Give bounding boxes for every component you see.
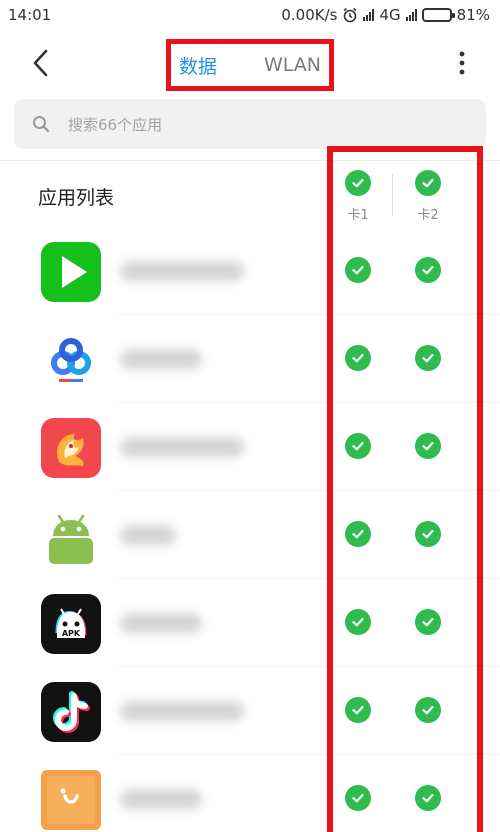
app-row: [0, 227, 500, 315]
column-card1-header[interactable]: 卡1: [338, 170, 378, 223]
list-title: 应用列表: [38, 187, 115, 209]
app-name-blurred: [120, 437, 244, 457]
column-card1-label: 卡1: [347, 208, 369, 223]
card2-toggle[interactable]: [415, 609, 441, 635]
baidu-netdisk-icon: [41, 330, 101, 390]
iqiyi-play-icon: [41, 242, 101, 302]
header: 数据 WLAN: [0, 30, 500, 96]
check-icon: [345, 257, 371, 283]
card2-toggle[interactable]: [415, 433, 441, 459]
app-name-blurred: [120, 261, 244, 281]
search-input[interactable]: 搜索66个应用: [68, 114, 162, 135]
status-bar: 14:01 0.00K/s 4G 81%: [0, 0, 500, 30]
card1-toggle[interactable]: [345, 433, 371, 459]
app-name-blurred: [120, 613, 202, 633]
card1-toggle[interactable]: [345, 697, 371, 723]
card1-toggle[interactable]: [345, 609, 371, 635]
card2-toggle[interactable]: [415, 785, 441, 811]
check-icon: [415, 521, 441, 547]
search-bar[interactable]: 搜索66个应用: [14, 99, 486, 149]
app-name-blurred: [120, 789, 202, 809]
check-icon: [415, 785, 441, 811]
android-icon: [41, 506, 101, 566]
app-row: [0, 755, 500, 832]
app-row: [0, 667, 500, 755]
check-icon: [345, 521, 371, 547]
more-button[interactable]: [452, 47, 472, 79]
rooster-app-icon: [41, 418, 101, 478]
back-button[interactable]: [24, 47, 56, 79]
card1-toggle[interactable]: [345, 785, 371, 811]
network-speed: 0.00K/s: [281, 6, 338, 24]
column-card2-label: 卡2: [417, 208, 439, 223]
card2-toggle[interactable]: [415, 345, 441, 371]
status-time: 14:01: [8, 6, 52, 24]
card1-toggle[interactable]: [345, 521, 371, 547]
check-icon: [415, 609, 441, 635]
app-name-blurred: [120, 525, 176, 545]
svg-text:APK: APK: [62, 629, 81, 638]
check-icon: [345, 609, 371, 635]
chevron-left-icon: [33, 49, 48, 77]
tab-bar: 数据 WLAN: [166, 39, 334, 91]
status-indicators: 0.00K/s 4G 81%: [281, 6, 490, 24]
tab-data[interactable]: 数据: [179, 52, 217, 79]
check-icon: [415, 257, 441, 283]
app-row: [0, 491, 500, 579]
check-icon: [345, 170, 371, 196]
card1-toggle[interactable]: [345, 345, 371, 371]
app-row: APK: [0, 579, 500, 667]
apk-installer-icon: APK: [41, 594, 101, 654]
card2-toggle[interactable]: [415, 257, 441, 283]
check-icon: [415, 170, 441, 196]
column-divider: [392, 174, 393, 216]
column-card2-header[interactable]: 卡2: [408, 170, 448, 223]
check-icon: [415, 345, 441, 371]
app-row: [0, 403, 500, 491]
divider: [0, 160, 500, 161]
check-icon: [345, 345, 371, 371]
check-icon: [345, 785, 371, 811]
card2-toggle[interactable]: [415, 521, 441, 547]
signal-2-icon: [405, 9, 417, 21]
network-type: 4G: [379, 6, 401, 24]
battery-percent: 81%: [456, 6, 490, 24]
check-icon: [415, 697, 441, 723]
check-icon: [345, 697, 371, 723]
alarm-icon: [344, 7, 357, 23]
app-row: [0, 315, 500, 403]
signal-1-icon: [363, 9, 375, 21]
battery-icon: [421, 8, 455, 22]
more-vertical-icon: [459, 51, 465, 75]
tab-wlan[interactable]: WLAN: [264, 54, 321, 76]
tiktok-icon: [41, 682, 101, 742]
app-name-blurred: [120, 701, 244, 721]
check-icon: [415, 433, 441, 459]
app-name-blurred: [120, 349, 202, 369]
book-smile-icon: [41, 770, 101, 830]
search-icon: [33, 116, 50, 133]
card1-toggle[interactable]: [345, 257, 371, 283]
card2-toggle[interactable]: [415, 697, 441, 723]
check-icon: [345, 433, 371, 459]
